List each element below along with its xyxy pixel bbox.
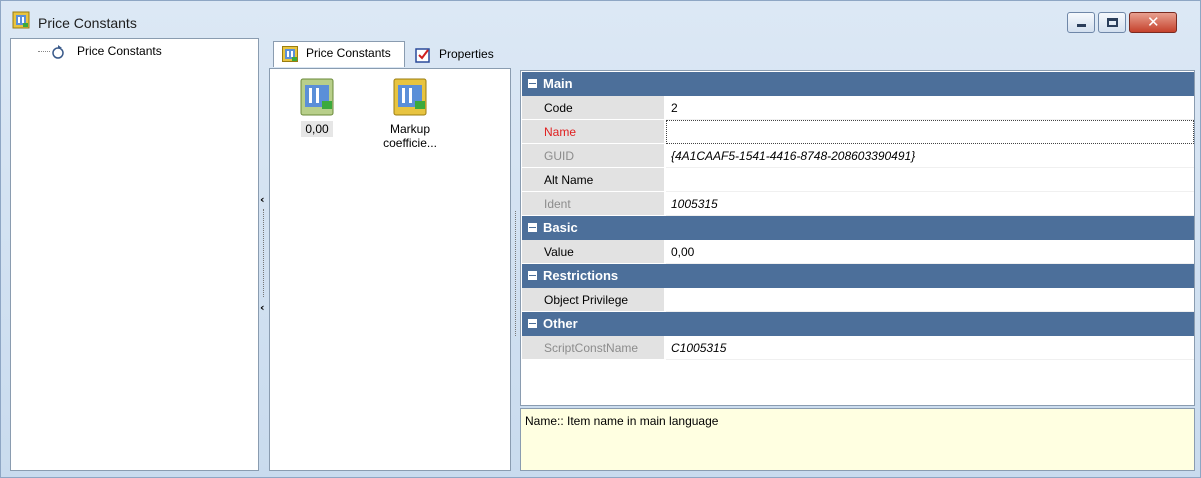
maximize-button[interactable]	[1098, 12, 1126, 33]
property-row-name[interactable]: Name	[522, 120, 1194, 144]
splitter-grip	[515, 211, 516, 336]
category-label: Other	[543, 316, 578, 331]
property-name: Code	[522, 96, 664, 120]
maximize-icon	[1107, 18, 1118, 27]
property-row-value[interactable]: Value 0,00	[522, 240, 1194, 264]
tab-label: Properties	[439, 47, 494, 61]
property-row-code[interactable]: Code 2	[522, 96, 1194, 120]
property-value[interactable]: 2	[666, 96, 1194, 120]
price-constants-icon	[282, 46, 298, 62]
property-name: Ident	[522, 192, 664, 216]
property-row-ident[interactable]: Ident 1005315	[522, 192, 1194, 216]
list-item-label: 0,00	[301, 121, 333, 137]
property-grid[interactable]: Main Code 2 Name GUID {4A1CAAF5-1541-441…	[520, 70, 1195, 406]
price-constant-item-icon	[393, 78, 427, 116]
property-name: Object Privilege	[522, 288, 664, 312]
price-constants-app-icon	[12, 11, 30, 29]
window-title: Price Constants	[38, 15, 137, 31]
tree-panel[interactable]: Price Constants	[10, 38, 259, 471]
list-item[interactable]: Markup coefficie...	[365, 77, 455, 151]
property-value: C1005315	[666, 336, 1194, 360]
tree-item-label: Price Constants	[77, 44, 162, 58]
tab-price-constants[interactable]: Price Constants	[273, 41, 405, 67]
property-row-alt-name[interactable]: Alt Name	[522, 168, 1194, 192]
category-restrictions[interactable]: Restrictions	[522, 264, 1194, 288]
left-splitter[interactable]: ‹ ‹	[259, 189, 269, 319]
collapse-icon[interactable]	[528, 319, 537, 328]
tab-strip: Price Constants Properties	[271, 39, 1195, 67]
collapse-icon[interactable]	[528, 79, 537, 88]
property-value: {4A1CAAF5-1541-4416-8748-208603390491}	[666, 144, 1194, 168]
splitter-grip	[263, 209, 264, 297]
property-name: Name	[522, 120, 664, 144]
price-constant-item-icon	[300, 78, 334, 116]
category-other[interactable]: Other	[522, 312, 1194, 336]
close-icon: ✕	[1147, 13, 1160, 31]
property-name: ScriptConstName	[522, 336, 664, 360]
tree-connector-line	[38, 51, 50, 52]
list-item-label: Markup coefficie...	[383, 122, 437, 150]
collapse-icon[interactable]	[528, 223, 537, 232]
category-label: Main	[543, 76, 573, 91]
tree-node-icon	[52, 45, 64, 59]
category-main[interactable]: Main	[522, 72, 1194, 96]
property-name: Alt Name	[522, 168, 664, 192]
property-value[interactable]	[666, 168, 1194, 192]
property-row-guid[interactable]: GUID {4A1CAAF5-1541-4416-8748-2086033904…	[522, 144, 1194, 168]
category-basic[interactable]: Basic	[522, 216, 1194, 240]
title-bar[interactable]: Price Constants ✕	[1, 1, 1200, 37]
property-value[interactable]: 0,00	[666, 240, 1194, 264]
property-description-panel: Name:: Item name in main language	[520, 408, 1195, 471]
property-row-object-privilege[interactable]: Object Privilege	[522, 288, 1194, 312]
property-row-script-const-name[interactable]: ScriptConstName C1005315	[522, 336, 1194, 360]
category-label: Basic	[543, 220, 578, 235]
collapse-left-arrow-icon[interactable]: ‹	[260, 193, 265, 206]
tree-item-price-constants[interactable]: Price Constants	[11, 42, 251, 60]
property-value[interactable]	[666, 288, 1194, 312]
minimize-icon	[1077, 24, 1086, 27]
property-description-text: Name:: Item name in main language	[525, 414, 719, 428]
collapse-left-arrow-icon-bottom[interactable]: ‹	[260, 301, 265, 314]
main-window: Price Constants ✕ Price Constants ‹ ‹ Pr…	[0, 0, 1201, 478]
category-label: Restrictions	[543, 268, 619, 283]
list-item[interactable]: 0,00	[272, 77, 362, 137]
collapse-icon[interactable]	[528, 271, 537, 280]
close-button[interactable]: ✕	[1129, 12, 1177, 33]
items-list-panel[interactable]: 0,00 Markup coefficie...	[269, 68, 511, 471]
tab-label: Price Constants	[306, 46, 391, 60]
tab-properties[interactable]: Properties	[407, 43, 509, 69]
properties-icon	[415, 48, 430, 63]
property-value: 1005315	[666, 192, 1194, 216]
property-name: GUID	[522, 144, 664, 168]
property-name: Value	[522, 240, 664, 264]
property-value-input[interactable]	[666, 120, 1194, 144]
minimize-button[interactable]	[1067, 12, 1095, 33]
